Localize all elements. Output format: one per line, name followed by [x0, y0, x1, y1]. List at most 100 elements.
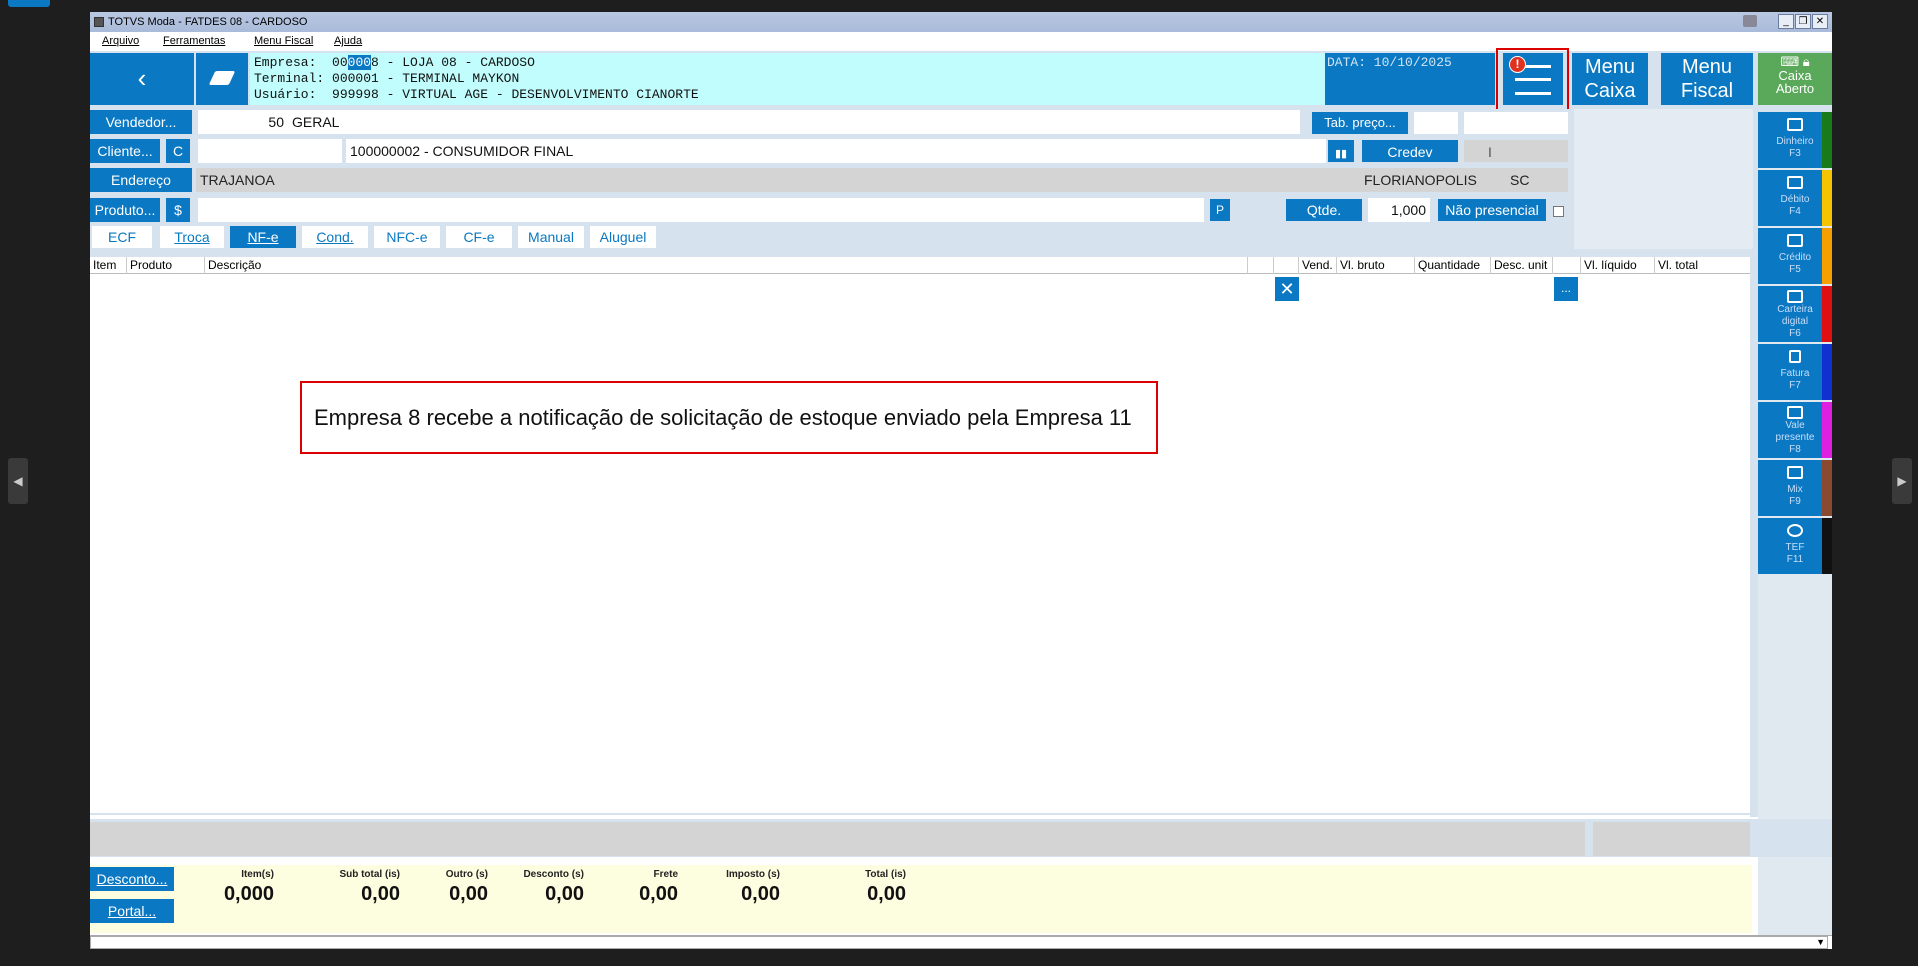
alert-badge: !	[1509, 56, 1526, 73]
payment-credito-button[interactable]: Crédito F5	[1758, 228, 1832, 284]
vendedor-button[interactable]: Vendedor...	[90, 110, 192, 134]
col-vl-total[interactable]: Vl. total	[1654, 257, 1698, 274]
side-info-panel	[1574, 109, 1753, 249]
tab-preco-code-field[interactable]	[1414, 112, 1458, 134]
window-title: TOTVS Moda - FATDES 08 - CARDOSO	[108, 16, 308, 28]
payment-tef-button[interactable]: TEF F11	[1758, 518, 1832, 574]
col-vl-liquido[interactable]: Vl. líquido	[1580, 257, 1637, 274]
restore-button[interactable]: ❐	[1795, 14, 1811, 29]
subtotal-value: 0,00	[361, 883, 400, 905]
tab-preco-name-field[interactable]	[1464, 112, 1568, 134]
empresa-label: Empresa:	[254, 55, 317, 70]
debito-key: F4	[1789, 206, 1801, 217]
qtde-field[interactable]: 1,000	[1368, 198, 1430, 222]
outros-value: 0,00	[449, 883, 488, 905]
stripe-credito	[1822, 228, 1832, 284]
status-dropdown[interactable]: ▼	[90, 936, 1828, 949]
menu-fiscal-line2: Fiscal	[1680, 80, 1734, 102]
cliente-button[interactable]: Cliente...	[90, 139, 160, 163]
credev-value-field: I	[1464, 140, 1568, 162]
tab-preco-button[interactable]: Tab. preço...	[1312, 112, 1408, 134]
frete-label: Frete	[653, 869, 678, 880]
notifications-menu-button[interactable]: !	[1503, 53, 1563, 105]
keyboard-lock-icon: ⌨ 🔒︎	[1780, 54, 1810, 69]
col-item[interactable]: Item	[90, 257, 116, 274]
tab-cond[interactable]: Cond.	[302, 226, 368, 248]
col-vend[interactable]: Vend.	[1298, 257, 1333, 274]
col-vl-bruto[interactable]: Vl. bruto	[1336, 257, 1385, 274]
back-button[interactable]: ‹	[90, 53, 194, 105]
menu-bar: Arquivo Ferramentas Menu Fiscal Ajuda	[90, 32, 1832, 51]
tef-key: F11	[1786, 554, 1804, 565]
payment-carteira-button[interactable]: Carteira digital F6	[1758, 286, 1832, 342]
nao-presencial-button[interactable]: Não presencial	[1438, 199, 1546, 221]
viewer-prev-arrow[interactable]: ◀	[8, 458, 28, 504]
grid-scrollbar[interactable]	[1750, 257, 1758, 817]
viewer-next-arrow[interactable]: ▶	[1892, 458, 1912, 504]
produto-button[interactable]: Produto...	[90, 198, 160, 222]
stripe-fatura	[1822, 344, 1832, 400]
tab-ecf[interactable]: ECF	[92, 226, 152, 248]
vale-key: F8	[1789, 444, 1801, 455]
col-descricao[interactable]: Descrição	[204, 257, 261, 274]
cliente-name-field[interactable]: 100000002 - CONSUMIDOR FINAL	[346, 139, 1326, 163]
bar-chart-icon: ▮▮	[1334, 148, 1348, 160]
tab-nfce[interactable]: NFC-e	[374, 226, 440, 248]
remove-item-button[interactable]: ✕	[1275, 277, 1299, 301]
desconto-button[interactable]: Desconto...	[90, 867, 174, 891]
cidade-field: FLORIANOPOLIS	[1360, 168, 1522, 192]
payment-debito-button[interactable]: Débito F4	[1758, 170, 1832, 226]
stripe-mix	[1822, 460, 1832, 516]
tab-manual[interactable]: Manual	[518, 226, 584, 248]
close-window-button[interactable]: ✕	[1812, 14, 1828, 29]
col-blank-1	[1247, 257, 1251, 274]
payment-dinheiro-button[interactable]: Dinheiro F3	[1758, 112, 1832, 168]
tab-troca[interactable]: Troca	[160, 226, 224, 248]
payment-fatura-button[interactable]: Fatura F7	[1758, 344, 1832, 400]
imposto-value: 0,00	[741, 883, 780, 905]
menu-fiscal-button[interactable]: Menu Fiscal	[1661, 53, 1753, 105]
terminal-line: Terminal: 000001 - TERMINAL MAYKON	[254, 71, 520, 86]
tab-aluguel[interactable]: Aluguel	[590, 226, 656, 248]
payment-mix-button[interactable]: Mix F9	[1758, 460, 1832, 516]
empresa-code-selection[interactable]: 000	[347, 55, 372, 70]
caixa-aberto-button[interactable]: ⌨ 🔒︎ Caixa Aberto	[1758, 53, 1832, 105]
dinheiro-key: F3	[1789, 148, 1801, 159]
printer-icon[interactable]	[1743, 15, 1757, 27]
vendedor-name-field[interactable]: GERAL	[288, 110, 1300, 134]
endereco-button[interactable]: Endereço	[90, 168, 192, 192]
tab-cfe[interactable]: CF-e	[446, 226, 512, 248]
grid-body[interactable]	[90, 275, 1750, 815]
menu-fiscal-line1: Menu	[1681, 56, 1733, 78]
menu-caixa-button[interactable]: Menu Caixa	[1572, 53, 1648, 105]
portal-button[interactable]: Portal...	[90, 899, 174, 923]
mix-icon	[1787, 466, 1803, 479]
qtde-button[interactable]: Qtde.	[1286, 199, 1362, 221]
gift-icon	[1787, 406, 1803, 419]
col-produto[interactable]: Produto	[126, 257, 172, 274]
more-options-button[interactable]: ...	[1554, 277, 1578, 301]
menu-fiscal[interactable]: Menu Fiscal	[254, 32, 313, 51]
menu-arquivo[interactable]: Arquivo	[102, 32, 139, 51]
minimize-button[interactable]: _	[1778, 14, 1794, 29]
tab-nfe[interactable]: NF-e	[230, 226, 296, 248]
subtotal-label: Sub total (is)	[339, 869, 400, 880]
p-button[interactable]: P	[1210, 199, 1230, 221]
cliente-code-field[interactable]	[198, 139, 342, 163]
chart-button[interactable]: ▮▮	[1328, 140, 1354, 162]
col-desc-unit[interactable]: Desc. unit	[1490, 257, 1547, 274]
vendedor-code-field[interactable]: 50	[198, 110, 288, 134]
eraser-button[interactable]	[196, 53, 248, 105]
nao-presencial-checkbox[interactable]	[1553, 206, 1564, 217]
produto-search-field[interactable]	[198, 198, 1204, 222]
card-icon	[1787, 176, 1803, 189]
menu-ajuda[interactable]: Ajuda	[334, 32, 362, 51]
menu-ferramentas[interactable]: Ferramentas	[163, 32, 225, 51]
credev-button[interactable]: Credev	[1362, 140, 1458, 162]
col-quantidade[interactable]: Quantidade	[1414, 257, 1480, 274]
payment-vale-button[interactable]: Vale presente F8	[1758, 402, 1832, 458]
cliente-c-button[interactable]: C	[166, 139, 190, 163]
dollar-button[interactable]: $	[166, 198, 190, 222]
viewer-top-tab	[8, 0, 50, 7]
totals-panel: Desconto... Portal... Item(s) 0,000 Sub …	[90, 865, 1752, 933]
